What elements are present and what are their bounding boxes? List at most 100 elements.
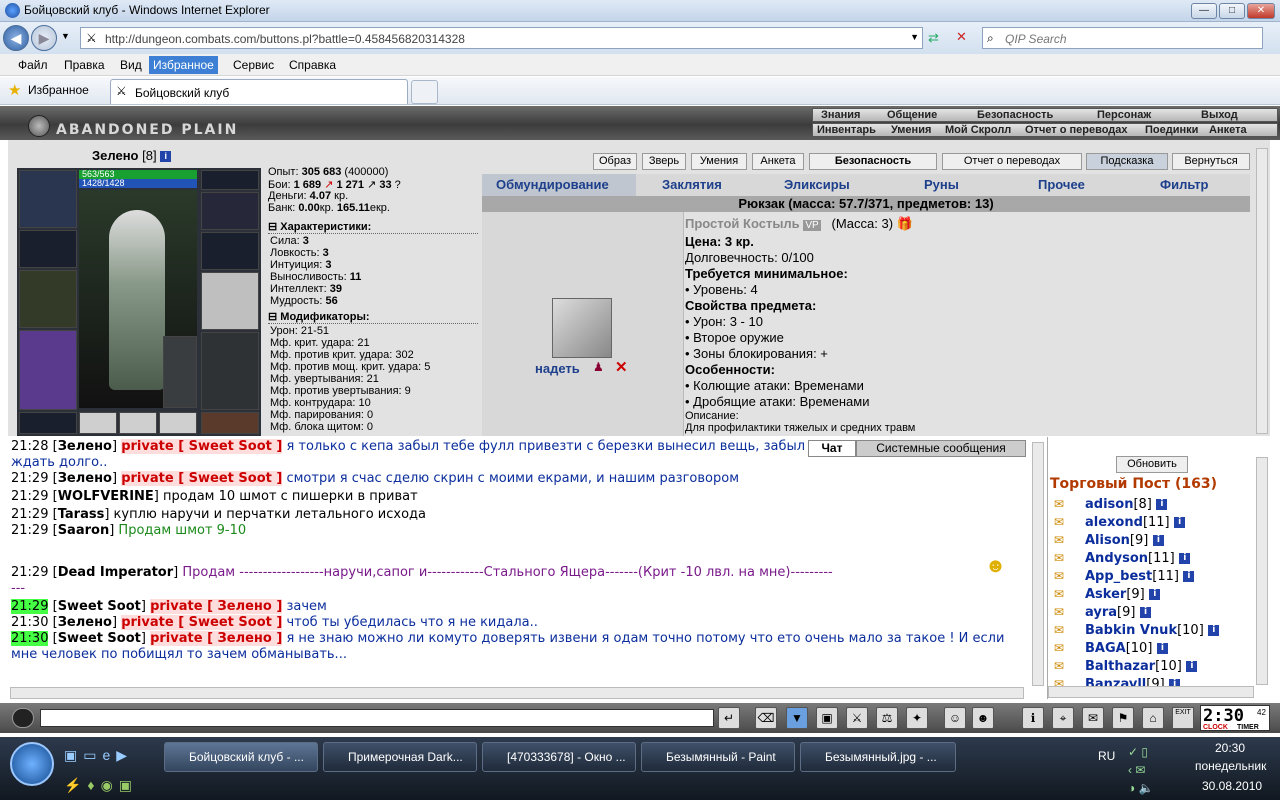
favorites-star-icon[interactable]: ★ (8, 81, 21, 99)
user-list-item[interactable]: alexond[11] i (1085, 515, 1186, 530)
maximize-button[interactable]: □ (1219, 3, 1245, 19)
send-icon[interactable]: ↵ (718, 707, 740, 729)
close-window-button[interactable]: ✕ (1247, 3, 1275, 19)
user-list-item[interactable]: ayra[9] i (1085, 605, 1151, 620)
clear-icon[interactable]: ⌫ (755, 707, 777, 729)
user-list-item[interactable]: adison[8] i (1085, 497, 1168, 512)
msg-private[interactable]: private [ Зелено ] (150, 631, 283, 646)
search-field[interactable]: ⌕ QIP Search (982, 27, 1263, 49)
content-scrollbar[interactable] (1256, 148, 1268, 434)
minimize-button[interactable]: — (1191, 3, 1217, 19)
chat-avatar-icon[interactable] (12, 708, 34, 728)
user-info-icon[interactable]: i (1186, 661, 1198, 672)
user-info-icon[interactable]: i (1174, 517, 1186, 528)
chat-input[interactable] (40, 709, 714, 727)
favorites-label[interactable]: Избранное (28, 83, 89, 97)
nav-profile[interactable]: Анкета (1209, 124, 1247, 136)
empty-slot-3[interactable] (159, 412, 197, 434)
chat-scrollbar[interactable] (1032, 442, 1044, 686)
user-list-item[interactable]: Andyson[11] i (1085, 551, 1191, 566)
stop-icon[interactable]: ✕ (956, 29, 967, 45)
user-icon[interactable]: ☻ (972, 707, 994, 729)
userlist-scrollbar[interactable] (1256, 457, 1268, 685)
return-button[interactable]: Вернуться (1172, 153, 1250, 170)
msg-time[interactable]: 21:29 (11, 507, 48, 522)
pet-button[interactable]: Зверь (642, 153, 686, 170)
tab-other[interactable]: Прочее (1038, 177, 1085, 192)
armor-slot[interactable] (19, 330, 77, 410)
profile-button[interactable]: Анкета (752, 153, 804, 170)
security-button[interactable]: Безопасность (809, 153, 937, 170)
image-button[interactable]: Образ (593, 153, 637, 170)
msg-nick[interactable]: WOLFVERINE (58, 489, 154, 504)
msg-private[interactable]: private [ Sweet Soot ] (121, 471, 283, 486)
user-list-item[interactable]: BAGA[10] i (1085, 641, 1168, 656)
tab-combats[interactable]: ⚔ Бойцовский клуб (110, 79, 408, 104)
private-message-icon[interactable]: ✉ (1054, 515, 1064, 529)
private-message-icon[interactable]: ✉ (1054, 623, 1064, 637)
map-icon[interactable]: ⌖ (1052, 707, 1074, 729)
smiley-icon[interactable]: ☺ (944, 707, 966, 729)
user-list-item[interactable]: Alison[9] i (1085, 533, 1164, 548)
task-combats[interactable]: Бойцовский клуб - ... (164, 742, 318, 772)
characteristics-header[interactable]: ⊟ Характеристики: (268, 220, 478, 234)
private-message-icon[interactable]: ✉ (1054, 551, 1064, 565)
helmet-slot[interactable] (19, 170, 77, 228)
weapon-slot[interactable] (19, 270, 77, 328)
new-tab-button[interactable] (411, 80, 438, 104)
msg-nick[interactable]: Tarass (58, 507, 105, 522)
msg-time[interactable]: 21:29 (11, 489, 48, 504)
url-dropdown-icon[interactable]: ▼ (910, 32, 919, 42)
private-message-icon[interactable]: ✉ (1054, 497, 1064, 511)
pet-slot[interactable] (163, 336, 197, 408)
user-info-icon[interactable]: i (1156, 643, 1168, 654)
msg-nick[interactable]: Sweet Soot (58, 631, 141, 646)
nav-exit[interactable]: Выход (1201, 109, 1238, 121)
empty-slot-1[interactable] (79, 412, 117, 434)
belt-slot[interactable] (19, 412, 77, 434)
menu-favorites[interactable]: Избранное (149, 56, 218, 74)
nav-security[interactable]: Безопасность (977, 109, 1053, 121)
msg-nick[interactable]: Зелено (58, 615, 112, 630)
msg-time[interactable]: 21:29 (11, 523, 48, 538)
task-image[interactable]: Безымянный.jpg - ... (800, 742, 956, 772)
clan-icon[interactable]: ⚑ (1112, 707, 1134, 729)
private-message-icon[interactable]: ✉ (1054, 569, 1064, 583)
user-info-icon[interactable]: i (1152, 535, 1164, 546)
task-paint[interactable]: Безымянный - Paint (641, 742, 795, 772)
info-tool-icon[interactable]: ℹ (1022, 707, 1044, 729)
delete-icon[interactable]: ✕ (615, 358, 628, 376)
url-field[interactable]: ⚔ http://dungeon.combats.com/buttons.pl?… (80, 27, 923, 49)
amulet-slot[interactable] (201, 170, 259, 190)
msg-time[interactable]: 21:29 (11, 471, 48, 486)
tab-elixirs[interactable]: Эликсиры (784, 177, 850, 192)
empty-slot-2[interactable] (119, 412, 157, 434)
tab-filter[interactable]: Фильтр (1160, 177, 1209, 192)
save-icon[interactable]: ▣ (816, 707, 838, 729)
refresh-icon[interactable]: ⇄ (928, 30, 939, 46)
user-info-icon[interactable]: i (1183, 571, 1195, 582)
tray-time[interactable]: 20:30 (1215, 741, 1245, 755)
msg-time[interactable]: 21:30 (11, 631, 49, 646)
msg-nick[interactable]: Dead Imperator (58, 565, 173, 580)
equip-link[interactable]: надеть (535, 361, 580, 376)
hint-button[interactable]: Подсказка (1086, 153, 1168, 170)
bracer-slot[interactable] (19, 230, 77, 268)
nav-communication[interactable]: Общение (887, 109, 937, 121)
private-message-icon[interactable]: ✉ (1054, 587, 1064, 601)
pants-slot[interactable] (201, 332, 259, 410)
menu-view[interactable]: Вид (120, 58, 142, 72)
msg-private[interactable]: private [ Зелено ] (150, 599, 283, 614)
user-info-icon[interactable]: i (1179, 553, 1191, 564)
forward-button[interactable]: ▶ (31, 25, 57, 51)
nav-knowledge[interactable]: Знания (821, 109, 860, 121)
nav-fights[interactable]: Поединки (1145, 124, 1198, 136)
history-dropdown-icon[interactable]: ▼ (61, 31, 70, 41)
fight-icon[interactable]: ⚔ (846, 707, 868, 729)
tab-spells[interactable]: Заклятия (662, 177, 722, 192)
transfers-button[interactable]: Отчет о переводах (942, 153, 1082, 170)
menu-file[interactable]: Файл (18, 58, 48, 72)
menu-help[interactable]: Справка (289, 58, 336, 72)
msg-time[interactable]: 21:30 (11, 615, 48, 630)
tray-day[interactable]: понедельник (1195, 759, 1266, 773)
